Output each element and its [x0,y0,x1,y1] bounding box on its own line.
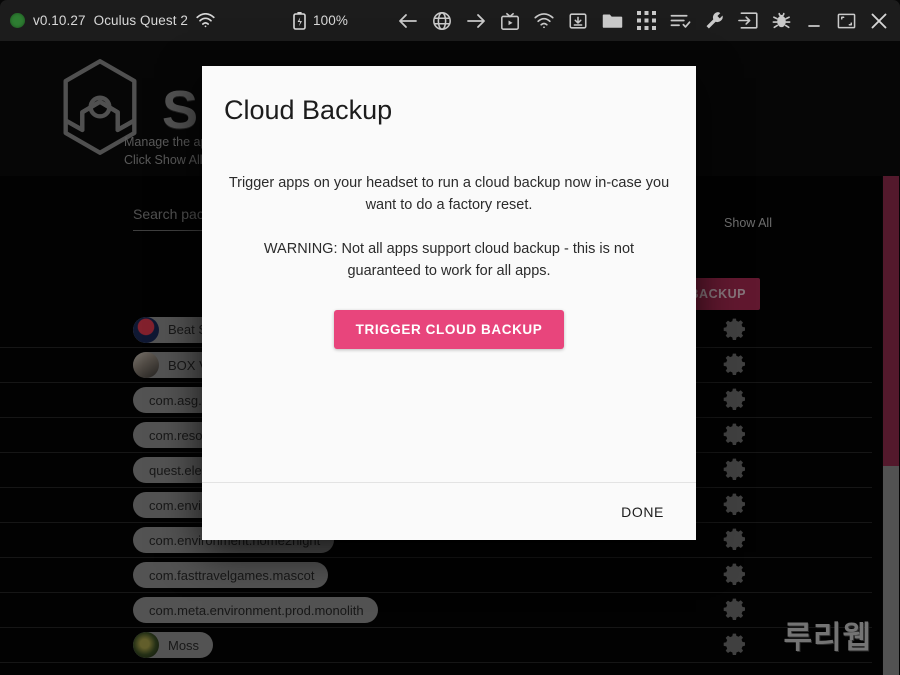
connected-dot-icon [10,13,25,28]
tv-icon[interactable] [500,11,520,31]
wrench-icon[interactable] [705,11,724,30]
apps-grid-icon[interactable] [637,11,656,30]
dialog-paragraph-1: Trigger apps on your headset to run a cl… [228,175,670,213]
folder-icon[interactable] [602,11,623,30]
done-button[interactable]: DONE [607,496,678,528]
globe-icon[interactable] [432,11,452,31]
battery-icon [293,11,306,30]
device-name-label: Oculus Quest 2 [93,13,189,28]
titlebar: v0.10.27 Oculus Quest 2 100% [0,0,900,41]
titlebar-device-info: v0.10.27 Oculus Quest 2 [10,13,215,28]
minimize-icon[interactable] [805,12,823,30]
back-arrow-icon[interactable] [398,12,418,30]
titlebar-battery-info: 100% [293,11,348,30]
wifi-icon [196,13,215,28]
sideload-icon[interactable] [738,11,758,30]
battery-percent-label: 100% [313,13,348,28]
app-version-label: v0.10.27 [33,13,86,28]
maximize-icon[interactable] [837,12,856,30]
cloud-backup-dialog: Cloud Backup Trigger apps on your headse… [202,66,696,540]
forward-arrow-icon[interactable] [466,12,486,30]
task-list-icon[interactable] [670,12,691,30]
dialog-body: Trigger apps on your headset to run a cl… [202,126,696,482]
dialog-footer: DONE [202,482,696,540]
trigger-cloud-backup-button[interactable]: TRIGGER CLOUD BACKUP [333,310,565,349]
sidequest-window: v0.10.27 Oculus Quest 2 100% Manage the … [0,0,900,675]
titlebar-toolbar [398,11,888,31]
bug-icon[interactable] [772,11,791,30]
download-box-icon[interactable] [568,11,588,31]
wifi-icon[interactable] [534,12,554,29]
dialog-title: Cloud Backup [224,95,393,125]
close-icon[interactable] [870,12,888,30]
dialog-paragraph-2: WARNING: Not all apps support cloud back… [263,241,635,279]
